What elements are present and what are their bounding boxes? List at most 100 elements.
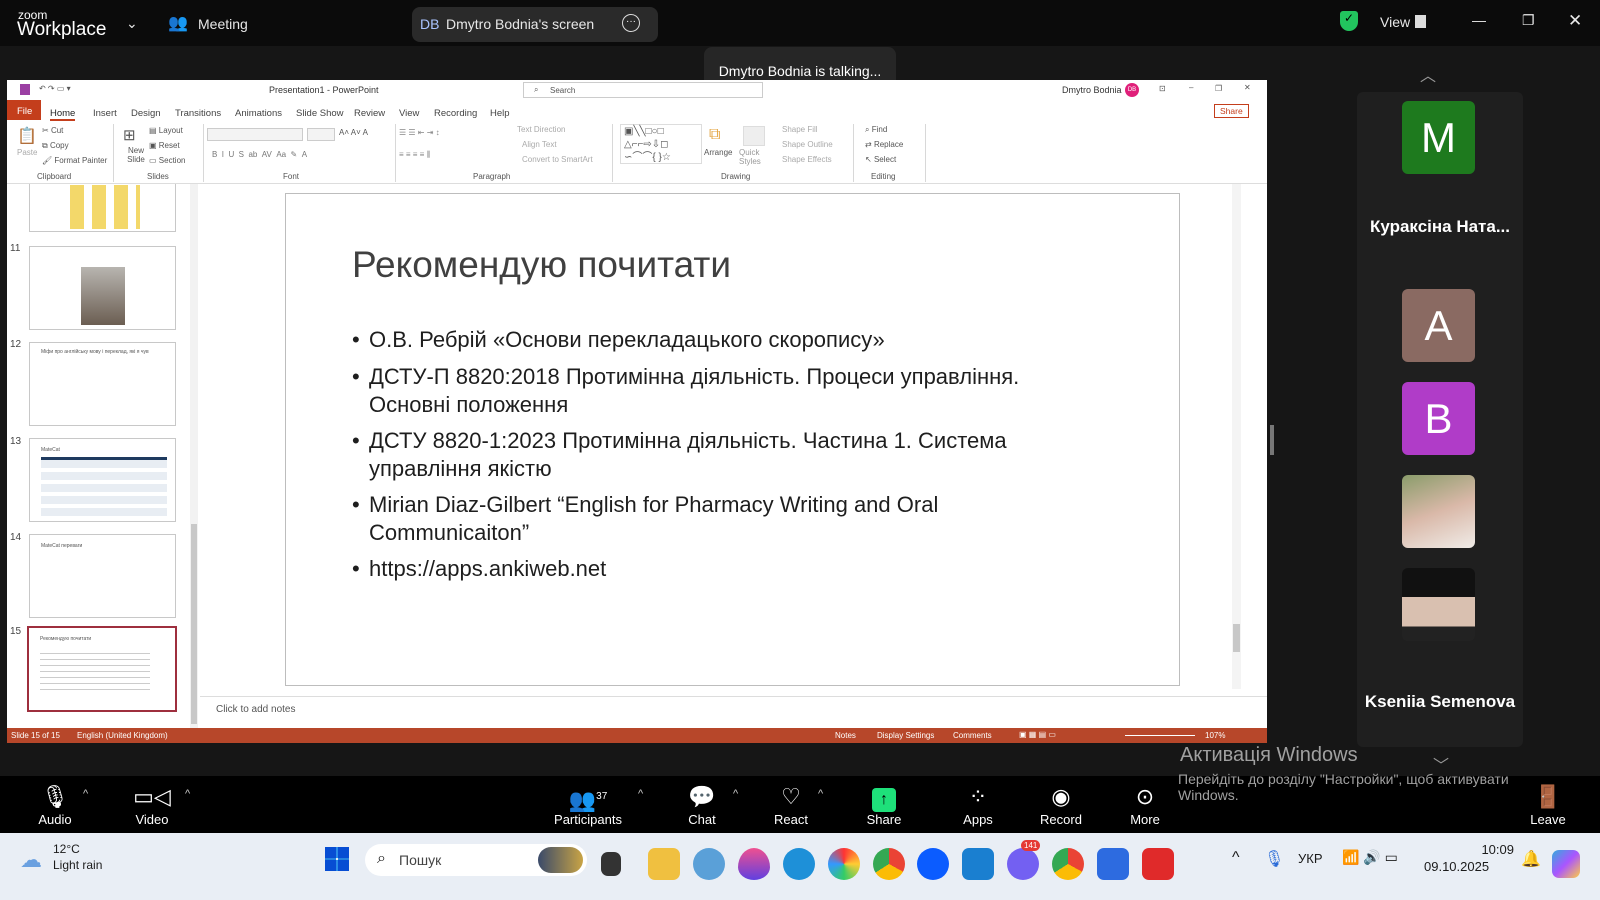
zoom-taskbar-icon[interactable] — [917, 848, 949, 880]
tab-insert[interactable]: Insert — [93, 108, 117, 119]
tab-slide-show[interactable]: Slide Show — [296, 108, 344, 119]
slide-thumbnail-11[interactable] — [29, 246, 176, 330]
align-text-button[interactable]: Align Text — [522, 140, 557, 149]
bullet-item[interactable]: • https://apps.ankiweb.net — [352, 555, 1092, 583]
weather-desc[interactable]: Light rain — [53, 858, 102, 872]
chat-button[interactable]: 💬 Chat — [667, 776, 737, 833]
arrange-icon[interactable]: ⧉ — [709, 126, 720, 144]
notifications-bell-icon[interactable]: 🔔 — [1521, 849, 1541, 869]
new-slide-button[interactable]: New Slide — [121, 146, 151, 164]
view-layout-icon[interactable] — [1415, 15, 1426, 28]
quick-styles-icon[interactable] — [743, 126, 765, 146]
video-button[interactable]: ▭◁ Video — [117, 776, 187, 833]
tab-recording[interactable]: Recording — [434, 108, 477, 119]
comments-button[interactable]: Comments — [953, 731, 992, 740]
edge-icon[interactable] — [783, 848, 815, 880]
app-icon[interactable] — [1097, 848, 1129, 880]
zoom-level[interactable]: 107% — [1205, 731, 1225, 740]
chevron-down-icon[interactable]: ⌄ — [126, 15, 138, 32]
replace-button[interactable]: ⇄ Replace — [865, 140, 903, 149]
colorful-app-icon[interactable] — [828, 848, 860, 880]
slide-thumbnail-10[interactable] — [29, 184, 176, 232]
wifi-volume-battery-icons[interactable]: 📶 🔊 ▭ — [1342, 849, 1398, 866]
chrome-profile-icon[interactable] — [1052, 848, 1084, 880]
microphone-icon[interactable]: 🎙 — [1264, 849, 1284, 869]
tab-help[interactable]: Help — [490, 108, 510, 119]
slide-thumbnail-14[interactable]: MateCat переваги — [29, 534, 176, 618]
paint-icon[interactable] — [693, 848, 725, 880]
bullet-item[interactable]: • ДСТУ-П 8820:2018 Протимінна діяльність.… — [352, 363, 1092, 419]
more-button[interactable]: ⊙ More — [1110, 776, 1180, 833]
paste-button[interactable]: Paste — [17, 148, 37, 157]
participant-avatar[interactable]: A — [1402, 289, 1475, 362]
input-language[interactable]: УКР — [1298, 851, 1323, 866]
copy-button[interactable]: ⧉ Copy — [42, 141, 69, 151]
weather-cloud-icon[interactable]: ☁ — [20, 847, 42, 873]
text-direction-button[interactable]: Text Direction — [517, 125, 565, 134]
font-format-buttons[interactable]: B I U S ab AV Aa ✎ A — [212, 150, 307, 159]
restore-icon[interactable]: ❐ — [1215, 84, 1222, 93]
clock-time[interactable]: 10:09 — [1458, 842, 1514, 857]
view-button[interactable]: View — [1380, 14, 1410, 30]
slide-scrollbar[interactable] — [1232, 184, 1241, 689]
font-family-select[interactable] — [207, 128, 303, 141]
encryption-shield-icon[interactable]: ✓ — [1340, 11, 1358, 31]
layout-button[interactable]: ▤ Layout — [149, 126, 183, 135]
align-buttons[interactable]: ≡ ≡ ≡ ≡ ⫼ — [399, 150, 430, 160]
tab-animations[interactable]: Animations — [235, 108, 282, 119]
display-settings-button[interactable]: Display Settings — [877, 731, 934, 740]
cut-button[interactable]: ✂ Cut — [42, 126, 63, 135]
format-painter-button[interactable]: 🖌 Format Painter — [42, 156, 107, 165]
leave-button[interactable]: 🚪 Leave — [1513, 776, 1583, 833]
close-icon[interactable]: ✕ — [1568, 11, 1582, 31]
select-button[interactable]: ↖ Select — [865, 155, 896, 164]
video-options-caret[interactable]: ^ — [185, 788, 190, 800]
app-icon[interactable] — [738, 848, 770, 880]
tab-file-label[interactable]: File — [17, 106, 32, 117]
list-buttons[interactable]: ☰ ☰ ⇤ ⇥ ↕ — [399, 128, 440, 137]
user-avatar[interactable]: DB — [1125, 83, 1139, 97]
file-explorer-icon[interactable] — [648, 848, 680, 880]
minimize-icon[interactable]: — — [1472, 12, 1486, 28]
record-button[interactable]: ◉ Record — [1026, 776, 1096, 833]
participant-video[interactable] — [1402, 475, 1475, 548]
bullet-item[interactable]: • О.В. Ребрій «Основи перекладацького ско… — [352, 326, 1092, 354]
tab-transitions[interactable]: Transitions — [175, 108, 221, 119]
mail-icon[interactable] — [962, 848, 994, 880]
quick-styles-button[interactable]: Quick Styles — [739, 148, 769, 166]
undo-icon[interactable]: ↶ ↷ ▭ ▾ — [39, 84, 71, 93]
copilot-icon[interactable] — [1552, 850, 1580, 878]
scroll-down-icon[interactable]: ﹀ — [1433, 752, 1449, 776]
ribbon-display-icon[interactable]: ⊡ — [1159, 84, 1166, 93]
shape-effects-button[interactable]: Shape Effects — [782, 155, 832, 164]
start-button[interactable] — [325, 847, 349, 871]
chrome-icon[interactable] — [873, 848, 905, 880]
slide-thumbnail-15-selected[interactable]: Рекомендую почитати — [27, 626, 177, 712]
more-options-icon[interactable]: ··· — [622, 14, 640, 32]
notes-button[interactable]: Notes — [835, 731, 856, 740]
participants-button[interactable]: 👥37 Participants — [553, 776, 623, 833]
taskbar-search[interactable]: ⌕ Пошук — [365, 844, 587, 876]
zoom-slider[interactable] — [1125, 735, 1195, 736]
tab-review[interactable]: Review — [354, 108, 385, 119]
thumbnail-scrollbar[interactable] — [190, 184, 198, 729]
audio-button[interactable]: 🎙 Audio — [20, 776, 90, 833]
slide-canvas[interactable]: Рекомендую почитати • О.В. Ребрій «Основи… — [285, 193, 1180, 686]
close-icon[interactable]: ✕ — [1244, 83, 1251, 92]
notes-pane[interactable]: Click to add notes — [200, 696, 1267, 728]
participant-avatar[interactable]: B — [1402, 382, 1475, 455]
chat-caret[interactable]: ^ — [733, 788, 738, 800]
shape-fill-button[interactable]: Shape Fill — [782, 125, 818, 134]
viber-icon[interactable]: 141 — [1007, 840, 1041, 880]
slide-thumbnail-12[interactable]: Міфи про англійську мову і переклад, які… — [29, 342, 176, 426]
scroll-up-icon[interactable]: ︿ — [1420, 62, 1436, 86]
apps-button[interactable]: ⁘ Apps — [943, 776, 1013, 833]
scrollbar-thumb[interactable] — [191, 524, 197, 724]
font-size-select[interactable] — [307, 128, 335, 141]
weather-temp[interactable]: 12°C — [53, 842, 80, 856]
restore-icon[interactable]: ❐ — [1522, 12, 1535, 29]
arrange-button[interactable]: Arrange — [704, 148, 732, 157]
clock-date[interactable]: 09.10.2025 — [1424, 859, 1489, 874]
shared-screen-pill[interactable]: DB Dmytro Bodnia's screen ··· — [412, 7, 658, 42]
reset-button[interactable]: ▣ Reset — [149, 141, 180, 150]
